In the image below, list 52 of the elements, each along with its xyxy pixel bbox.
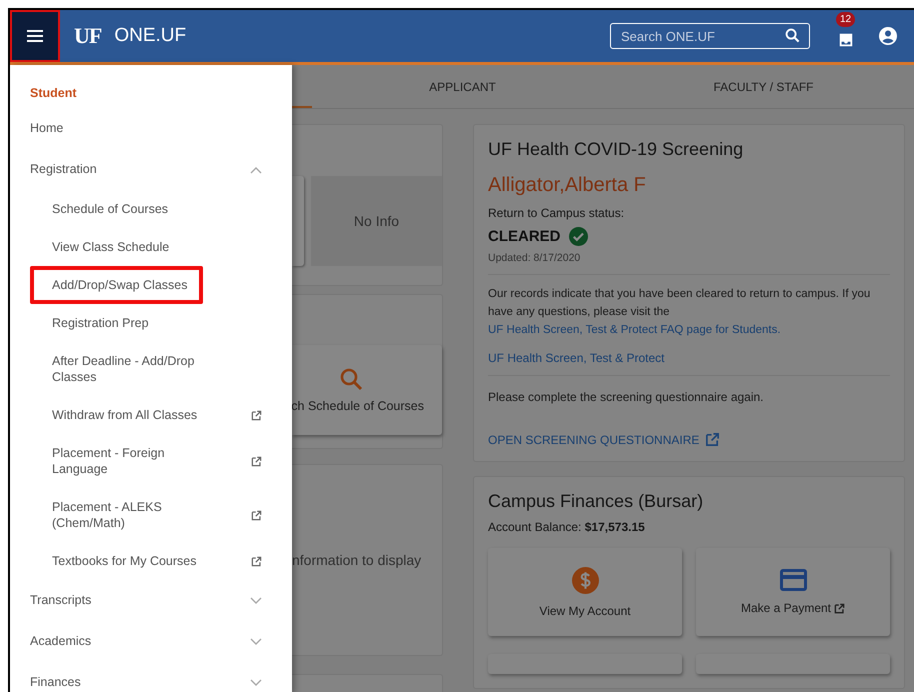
finance-tile[interactable]: Make a Payment: [696, 548, 890, 636]
external-link-icon: [251, 556, 262, 566]
submenu-item[interactable]: Schedule of Courses: [10, 190, 292, 228]
menu-item[interactable]: Home: [10, 108, 292, 149]
tab[interactable]: APPLICANT: [312, 65, 613, 108]
search-field[interactable]: Search ONE.UF: [610, 23, 810, 49]
card-title: Campus Finances (Bursar): [488, 491, 704, 512]
menu-item[interactable]: Finances: [10, 662, 292, 692]
finance-tile[interactable]: [488, 654, 682, 674]
tab[interactable]: FACULTY / STAFF: [613, 65, 914, 108]
status-label: Return to Campus status:: [488, 206, 624, 220]
updated-date: Updated: 8/17/2020: [488, 252, 580, 264]
menu-button[interactable]: [10, 10, 60, 62]
status-text: CLEARED: [488, 228, 561, 245]
section-heading: Student: [30, 86, 77, 100]
submenu-item[interactable]: Registration Prep: [10, 304, 292, 342]
dollar-icon: [572, 566, 598, 594]
menu-item[interactable]: Registration: [10, 149, 292, 190]
questionnaire-note: Please complete the screening questionnaire again.: [488, 390, 764, 404]
external-link-icon: [705, 432, 720, 447]
search-icon: [339, 367, 365, 393]
account-balance: Account Balance: $17,573.15: [488, 520, 645, 534]
finance-tile[interactable]: [696, 654, 890, 674]
schedule-tile[interactable]: ch Schedule of Courses: [292, 345, 442, 435]
tile-text: No Info: [354, 213, 400, 229]
external-link-icon: [251, 410, 262, 420]
menu-icon: [27, 30, 43, 42]
submenu-item[interactable]: View Class Schedule: [10, 228, 292, 266]
app-title: ONE.UF: [114, 25, 186, 47]
notification-badge: 12: [836, 12, 856, 27]
menu-item[interactable]: Transcripts: [10, 580, 292, 621]
card-title: UF Health COVID-19 Screening: [488, 139, 744, 160]
student-name: Alligator,Alberta F: [488, 174, 646, 197]
external-link-icon: [251, 456, 262, 466]
submenu-item[interactable]: Add/Drop/Swap Classes: [30, 266, 203, 304]
menu-item[interactable]: Academics: [10, 621, 292, 662]
external-link-icon: [251, 510, 262, 520]
empty-message: nformation to display: [292, 552, 422, 568]
search-icon: [785, 28, 800, 43]
credit-card-icon: [780, 569, 806, 591]
logo[interactable]: UF: [74, 23, 102, 49]
account-icon[interactable]: [878, 26, 898, 46]
external-link-icon: [834, 602, 846, 614]
status-message: Our records indicate that you have been cleared to return to campus. If you have any questions, please visit the UF Health Screen, Test & Protect FAQ page for Students.: [488, 287, 872, 338]
inbox-icon[interactable]: [838, 32, 854, 48]
submenu-item[interactable]: Placement - Foreign Language: [10, 434, 292, 488]
finance-tile[interactable]: View My Account: [488, 548, 682, 636]
submenu-item[interactable]: Withdraw from All Classes: [10, 396, 292, 434]
submenu-item[interactable]: After Deadline - Add/Drop Classes: [10, 342, 292, 396]
submenu-item[interactable]: Placement - ALEKS (Chem/Math): [10, 488, 292, 542]
submenu-item[interactable]: Textbooks for My Courses: [10, 542, 292, 580]
tile[interactable]: [292, 176, 304, 266]
